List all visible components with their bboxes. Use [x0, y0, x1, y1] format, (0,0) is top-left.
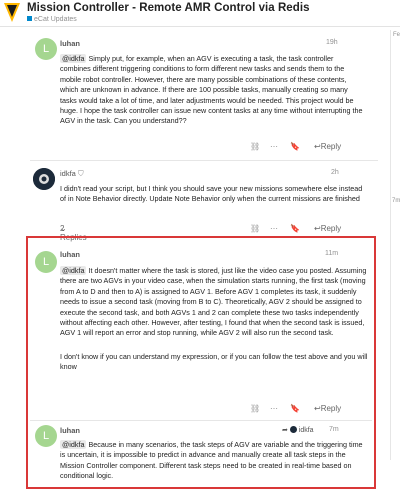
post-actions: 2 Replies ⌄ ⛓ ⋯ 🔖 ↩ Reply [60, 224, 380, 242]
avatar[interactable]: L [35, 251, 57, 273]
more-icon[interactable]: ⋯ [270, 142, 278, 151]
moderator-shield-icon: ⛉ [77, 169, 84, 178]
bookmark-icon[interactable]: 🔖 [290, 404, 300, 413]
link-icon[interactable]: ⛓ [250, 224, 260, 233]
replies-toggle[interactable]: 2 Replies ⌄ [60, 224, 87, 242]
post: L luhan 19h @idkfa Simply put, for examp… [0, 34, 384, 159]
avatar-image-icon [33, 168, 55, 190]
post: L luhan ➦ idkfa 7m @idkfa Because in man… [0, 420, 384, 490]
reply-to-avatar [289, 426, 297, 433]
category-badge[interactable]: eCat Updates [27, 16, 77, 23]
post-time[interactable]: 7m [329, 426, 339, 433]
reply-to-username: idkfa [298, 427, 314, 434]
post-text: Simply put, for example, when an AGV is … [60, 54, 363, 126]
mention-link[interactable]: @idkfa [60, 54, 87, 63]
reply-label: Reply [320, 224, 342, 233]
more-icon[interactable]: ⋯ [270, 404, 278, 413]
logo-icon[interactable] [4, 3, 20, 22]
bookmark-icon[interactable]: 🔖 [290, 142, 300, 151]
reply-label: Reply [320, 404, 342, 413]
post-body-paragraph: I don't know if you can understand my ex… [60, 352, 368, 372]
post-username[interactable]: luhan [60, 39, 80, 48]
avatar[interactable] [33, 168, 55, 190]
reply-button[interactable]: ↩ Reply [314, 224, 341, 233]
timeline-label-bottom: 7m [392, 198, 400, 204]
post-username-text: idkfa [60, 169, 76, 178]
post: L luhan 11m @idkfa It doesn't matter whe… [0, 244, 384, 424]
avatar-letter: L [42, 430, 50, 442]
post-divider [30, 160, 378, 161]
avatar-letter: L [42, 43, 50, 55]
timeline-track[interactable] [390, 30, 391, 460]
post-actions: ⛓ ⋯ 🔖 ↩ Reply [250, 404, 380, 416]
reply-button[interactable]: ↩ Reply [314, 142, 341, 151]
avatar[interactable]: L [35, 425, 57, 447]
avatar-letter: L [42, 256, 50, 268]
post-time[interactable]: 2h [331, 169, 339, 176]
post-time[interactable]: 11m [325, 250, 338, 257]
post: idkfa ⛉ 2h I didn't read your script, bu… [0, 164, 384, 242]
post-body: I didn't read your script, but I think y… [60, 184, 363, 204]
post-text: Because in many scenarios, the task step… [60, 440, 363, 481]
timeline-label-top: Fe [393, 32, 400, 38]
post-body: @idkfa Because in many scenarios, the ta… [60, 440, 368, 482]
post-username[interactable]: luhan [60, 250, 80, 259]
bookmark-icon[interactable]: 🔖 [290, 224, 300, 233]
post-username[interactable]: idkfa ⛉ [60, 169, 84, 179]
link-icon[interactable]: ⛓ [250, 404, 260, 413]
avatar[interactable]: L [35, 38, 57, 60]
category-label: eCat Updates [34, 16, 77, 23]
more-icon[interactable]: ⋯ [270, 224, 278, 233]
reply-label: Reply [320, 142, 342, 151]
post-body: @idkfa Simply put, for example, when an … [60, 54, 366, 127]
post-body: @idkfa It doesn't matter where the task … [60, 266, 368, 339]
topic-title[interactable]: Mission Controller - Remote AMR Control … [27, 2, 310, 14]
reply-to-indicator[interactable]: ➦ idkfa [282, 426, 314, 434]
post-text: It doesn't matter where the task is stor… [60, 266, 367, 338]
post-username[interactable]: luhan [60, 426, 80, 435]
category-color-icon [27, 16, 32, 21]
mention-link[interactable]: @idkfa [60, 440, 87, 449]
mention-link[interactable]: @idkfa [60, 266, 87, 275]
reply-button[interactable]: ↩ Reply [314, 404, 341, 413]
link-icon[interactable]: ⛓ [250, 142, 260, 151]
topic-header: Mission Controller - Remote AMR Control … [0, 0, 400, 27]
post-time[interactable]: 19h [326, 39, 338, 46]
post-actions: ⛓ ⋯ 🔖 ↩ Reply [250, 142, 380, 154]
